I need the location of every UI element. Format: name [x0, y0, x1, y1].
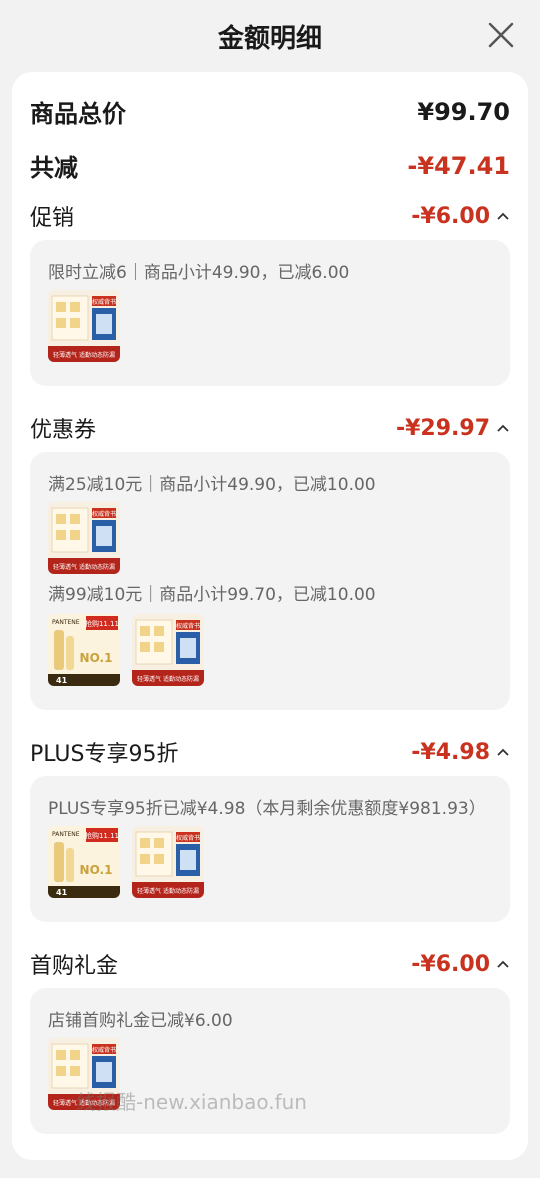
total-reduction-value: -¥47.41 [407, 151, 510, 180]
thumb-brand-text: PANTENE [52, 619, 80, 626]
section-promotion-detail: 限时立减6｜商品小计49.90，已减6.00 权威背书 轻薄透气 适勤动态防漏 [30, 240, 510, 386]
product-image: 权威背书 轻薄透气 适勤动态防漏 [132, 614, 204, 686]
product-image: PANTENE 抢购11.11 NO.1 41 [48, 826, 120, 898]
thumb-banner-text: 轻薄透气 适勤动态防漏 [137, 887, 199, 895]
product-image: 权威背书 轻薄透气 适勤动态防漏 [48, 290, 120, 362]
product-thumbs: 权威背书 轻薄透气 适勤动态防漏 [48, 290, 120, 362]
product-thumbnail[interactable]: 权威背书 轻薄透气 适勤动态防漏 [48, 290, 120, 362]
section-amount: -¥6.00 [411, 203, 490, 229]
product-image: 权威背书 轻薄透气 适勤动态防漏 [132, 826, 204, 898]
watermark: 线报酷-new.xianbao.fun [76, 1090, 307, 1114]
header: 金额明细 [0, 0, 540, 72]
product-thumbnail[interactable]: 权威背书 轻薄透气 适勤动态防漏 [48, 502, 120, 574]
thumb-badge-text: 权威背书 [176, 622, 200, 630]
page-title: 金额明细 [217, 24, 322, 54]
section-label: PLUS专享95折 [30, 742, 179, 767]
product-image: PANTENE 抢购11.11 NO.1 41 [48, 614, 120, 686]
product-thumbs: 权威背书 轻薄透气 适勤动态防漏 [48, 502, 120, 574]
thumb-banner-text: 轻薄透气 适勤动态防漏 [137, 675, 199, 683]
thumb-banner-text: 轻薄透气 适勤动态防漏 [53, 351, 115, 359]
product-thumbnail[interactable]: 权威背书 轻薄透气 适勤动态防漏 [132, 614, 204, 686]
chevron-up-icon[interactable] [496, 423, 510, 433]
detail-line-text: 店铺首购礼金已减¥6.00 [48, 1011, 233, 1031]
thumb-badge-text: 抢购11.11 [85, 619, 119, 628]
detail-line-text: 满99减10元｜商品小计99.70，已减10.00 [48, 585, 376, 605]
thumb-brand-text: PANTENE [52, 831, 80, 838]
product-thumbnail[interactable]: 权威背书 轻薄透气 适勤动态防漏 [132, 826, 204, 898]
section-amount: -¥29.97 [395, 415, 490, 441]
thumb-rank-text: NO.1 [80, 863, 113, 877]
chevron-up-icon[interactable] [496, 747, 510, 757]
chevron-up-icon[interactable] [496, 959, 510, 969]
thumb-badge-text: 抢购11.11 [85, 831, 119, 840]
thumb-badge-text: 权威背书 [92, 298, 116, 306]
thumb-badge-text: 权威背书 [92, 510, 116, 518]
detail-line-text: 满25减10元｜商品小计49.90，已减10.00 [48, 475, 376, 495]
thumb-price-text: 41 [56, 676, 68, 685]
total-reduction-label: 共减 [30, 154, 78, 182]
product-image: 权威背书 轻薄透气 适勤动态防漏 [48, 502, 120, 574]
thumb-badge-text: 权威背书 [176, 834, 200, 842]
total-reduction-row: 共减 -¥47.41 [30, 148, 510, 183]
section-coupon-detail: 满25减10元｜商品小计49.90，已减10.00 权威背书 轻薄透气 适勤动态… [30, 452, 510, 710]
section-first-purchase-header[interactable]: 首购礼金 -¥6.00 [30, 948, 510, 980]
section-label: 首购礼金 [30, 954, 119, 979]
total-price-row: 商品总价 ¥99.70 [30, 94, 510, 129]
chevron-up-icon[interactable] [496, 211, 510, 221]
product-thumbnail[interactable]: PANTENE 抢购11.11 NO.1 41 [48, 826, 120, 898]
section-label: 优惠券 [30, 418, 97, 443]
section-label: 促销 [30, 206, 75, 231]
thumb-rank-text: NO.1 [80, 651, 113, 665]
product-thumbs: PANTENE 抢购11.11 NO.1 41 权威背书 轻薄透气 适勤动态防漏 [48, 614, 204, 686]
amount-detail-card: 商品总价 ¥99.70 共减 -¥47.41 促销 -¥6.00 限时立减6｜商… [12, 72, 528, 1160]
total-price-label: 商品总价 [30, 100, 126, 128]
thumb-price-text: 41 [56, 888, 68, 897]
thumb-banner-text: 轻薄透气 适勤动态防漏 [53, 563, 115, 571]
thumb-badge-text: 权威背书 [92, 1046, 116, 1054]
section-amount: -¥4.98 [411, 739, 490, 765]
detail-line-text: 限时立减6｜商品小计49.90，已减6.00 [48, 263, 350, 283]
product-thumbnail[interactable]: PANTENE 抢购11.11 NO.1 41 [48, 614, 120, 686]
section-plus-header[interactable]: PLUS专享95折 -¥4.98 [30, 736, 510, 768]
section-amount: -¥6.00 [411, 951, 490, 977]
detail-line-text: PLUS专享95折已减¥4.98（本月剩余优惠额度¥981.93） [48, 799, 486, 819]
section-plus-detail: PLUS专享95折已减¥4.98（本月剩余优惠额度¥981.93） PANTEN… [30, 776, 510, 922]
section-promotion-header[interactable]: 促销 -¥6.00 [30, 200, 510, 232]
total-price-value: ¥99.70 [417, 97, 510, 126]
section-coupon-header[interactable]: 优惠券 -¥29.97 [30, 412, 510, 444]
product-thumbs: PANTENE 抢购11.11 NO.1 41 权威背书 轻薄透气 适勤动态防漏 [48, 826, 204, 898]
close-icon[interactable] [486, 20, 516, 50]
